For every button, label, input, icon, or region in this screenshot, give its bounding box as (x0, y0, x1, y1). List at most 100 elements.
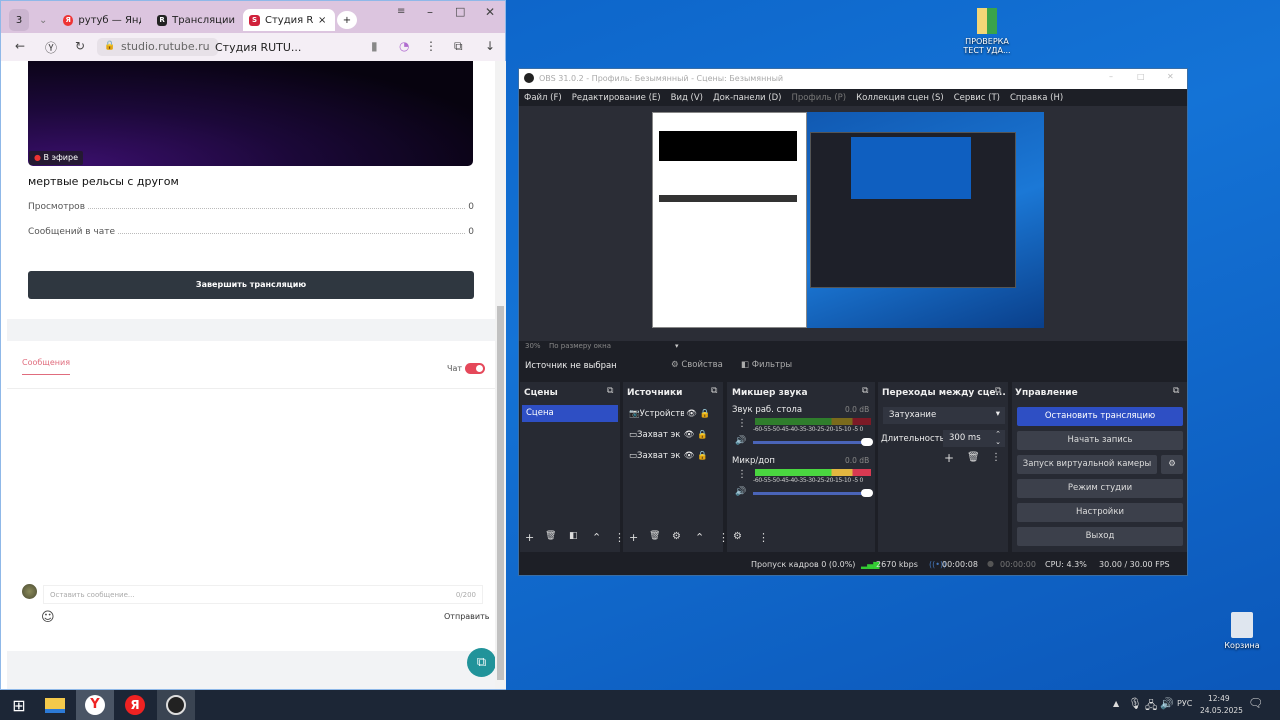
undock-icon[interactable]: ⧉ (711, 386, 717, 396)
taskbar-yandex[interactable]: Я (116, 690, 154, 720)
menu-tools[interactable]: Сервис (T) (954, 93, 1000, 103)
network-icon[interactable]: 🖧 (1145, 697, 1157, 716)
virtual-camera-settings-icon[interactable]: ⚙ (1161, 455, 1183, 474)
back-icon[interactable]: ← (15, 39, 25, 53)
desktop-folder[interactable]: ПРОВЕРКА ТЕСТ УДА... (962, 8, 1012, 55)
volume-slider[interactable] (753, 489, 873, 497)
transition-select[interactable]: Затухание ▾ (883, 407, 1005, 424)
source-item[interactable]: ▭Захват экрана 👁 🔒 (629, 451, 721, 461)
lock-icon[interactable]: 🔒 (700, 409, 711, 419)
filters-button[interactable]: ◧ Фильтры (741, 360, 792, 370)
lock-icon[interactable]: 🔒 (697, 430, 708, 440)
new-tab-button[interactable]: + (337, 11, 357, 29)
message-input[interactable]: Оставить сообщение... 0/200 (43, 585, 483, 604)
tab-studio[interactable]: S Студия RUTUBE × (243, 9, 335, 31)
tray-expand-icon[interactable]: ▲ (1113, 699, 1119, 708)
more-icon[interactable]: ⋮ (991, 452, 1001, 463)
downloads-icon[interactable]: ↓ (485, 39, 495, 53)
taskbar-obs[interactable] (157, 690, 195, 720)
clock-time[interactable]: 12:49 (1208, 694, 1230, 703)
menu-docks[interactable]: Док-панели (D) (713, 93, 781, 103)
yandex-home-icon[interactable]: Ⓨ (45, 39, 57, 56)
undock-icon[interactable]: ⧉ (862, 386, 868, 396)
slider-handle[interactable] (861, 489, 873, 497)
eye-icon[interactable]: 👁 (686, 409, 697, 419)
move-up-icon[interactable]: ⌃ (592, 531, 601, 544)
close-icon[interactable]: ✕ (1167, 72, 1174, 81)
undock-icon[interactable]: ⧉ (1173, 386, 1179, 396)
maximize-icon[interactable]: □ (455, 5, 465, 18)
volume-icon[interactable]: 🔊 (1160, 697, 1174, 710)
eye-icon[interactable]: 👁 (684, 430, 695, 440)
gear-icon[interactable]: ⚙ (672, 531, 681, 542)
settings-button[interactable]: Настройки (1017, 503, 1183, 522)
channel-menu-icon[interactable]: ⋮ (737, 469, 747, 480)
more-icon[interactable]: ⋮ (614, 531, 625, 544)
undock-icon[interactable]: ⧉ (607, 386, 613, 396)
end-stream-button[interactable]: Завершить трансляцию (28, 271, 474, 299)
emoji-icon[interactable]: ☺ (41, 610, 55, 625)
notifications-icon[interactable]: 🗨 (1248, 696, 1263, 710)
filter-icon[interactable]: ◧ (569, 531, 578, 541)
add-source-icon[interactable]: + (629, 531, 638, 544)
send-button[interactable]: Отправить (444, 612, 489, 621)
close-tab-icon[interactable]: × (318, 15, 326, 26)
more-icon[interactable]: ⋮ (718, 531, 729, 544)
stop-streaming-button[interactable]: Остановить трансляцию (1017, 407, 1183, 426)
trash-icon[interactable]: 🗑 (649, 531, 660, 541)
undock-icon[interactable]: ⧉ (995, 386, 1001, 396)
tab-broadcasts[interactable]: R Трансляции (151, 9, 241, 31)
exit-button[interactable]: Выход (1017, 527, 1183, 546)
duration-input[interactable]: 300 ms ⌃ ⌄ (943, 430, 1005, 447)
menu-icon[interactable]: ≡ (397, 6, 405, 17)
menu-edit[interactable]: Редактирование (E) (572, 93, 661, 103)
lock-icon[interactable]: 🔒 (697, 451, 708, 461)
virtual-camera-button[interactable]: Запуск виртуальной камеры (1017, 455, 1157, 474)
tabs-dropdown-icon[interactable]: ⌄ (33, 9, 53, 31)
stream-preview[interactable] (28, 61, 473, 166)
obs-preview[interactable] (519, 106, 1187, 341)
menu-scene-collection[interactable]: Коллекция сцен (S) (856, 93, 944, 103)
slider-handle[interactable] (861, 438, 873, 446)
chat-toggle[interactable] (465, 363, 485, 374)
volume-slider[interactable] (753, 438, 873, 446)
speaker-icon[interactable]: 🔊 (735, 487, 746, 497)
collections-icon[interactable]: ⧉ (454, 39, 463, 54)
bookmark-icon[interactable]: ▮ (371, 39, 378, 53)
tab-messages[interactable]: Сообщения (22, 358, 71, 375)
language-indicator[interactable]: РУС (1177, 699, 1192, 708)
trash-icon[interactable]: 🗑 (545, 531, 556, 541)
recycle-bin[interactable]: Корзина (1220, 612, 1264, 650)
support-chat-icon[interactable]: ⧉ (467, 648, 496, 677)
start-button[interactable]: ⊞ (0, 690, 38, 720)
start-recording-button[interactable]: Начать запись (1017, 431, 1183, 450)
scrollbar-thumb[interactable] (497, 306, 504, 680)
close-icon[interactable]: ✕ (485, 5, 495, 19)
scene-item[interactable]: Сцена (522, 405, 618, 422)
more-icon[interactable]: ⋮ (425, 39, 437, 53)
studio-mode-button[interactable]: Режим студии (1017, 479, 1183, 498)
microphone-icon[interactable]: 🎙 (1128, 697, 1142, 710)
properties-button[interactable]: ⚙ Свойства (667, 360, 727, 370)
eye-icon[interactable]: 👁 (684, 451, 695, 461)
menu-file[interactable]: Файл (F) (524, 93, 562, 103)
add-scene-icon[interactable]: + (525, 531, 534, 544)
more-icon[interactable]: ⋮ (758, 531, 769, 544)
advanced-audio-icon[interactable]: ⚙ (733, 531, 742, 542)
taskbar-explorer[interactable] (36, 690, 74, 720)
taskbar-yandex-browser[interactable]: Y (76, 690, 114, 720)
alice-icon[interactable]: ◔ (399, 39, 409, 53)
source-item[interactable]: 📷Устройство 👁 🔒 (629, 409, 721, 419)
minimize-icon[interactable]: – (1109, 72, 1113, 81)
maximize-icon[interactable]: □ (1137, 72, 1145, 81)
zoom-mode-select[interactable]: По размеру окна ▾ (549, 342, 679, 350)
source-item[interactable]: ▭Захват экрана 👁 🔒 (629, 430, 721, 440)
reload-icon[interactable]: ↻ (75, 39, 85, 53)
tab-counter[interactable]: 3 (9, 9, 29, 31)
trash-icon[interactable]: 🗑 (967, 452, 980, 463)
minimize-icon[interactable]: – (427, 5, 433, 19)
menu-profile[interactable]: Профиль (P) (791, 93, 846, 103)
menu-view[interactable]: Вид (V) (671, 93, 703, 103)
move-up-icon[interactable]: ⌃ (695, 531, 704, 544)
menu-help[interactable]: Справка (H) (1010, 93, 1063, 103)
